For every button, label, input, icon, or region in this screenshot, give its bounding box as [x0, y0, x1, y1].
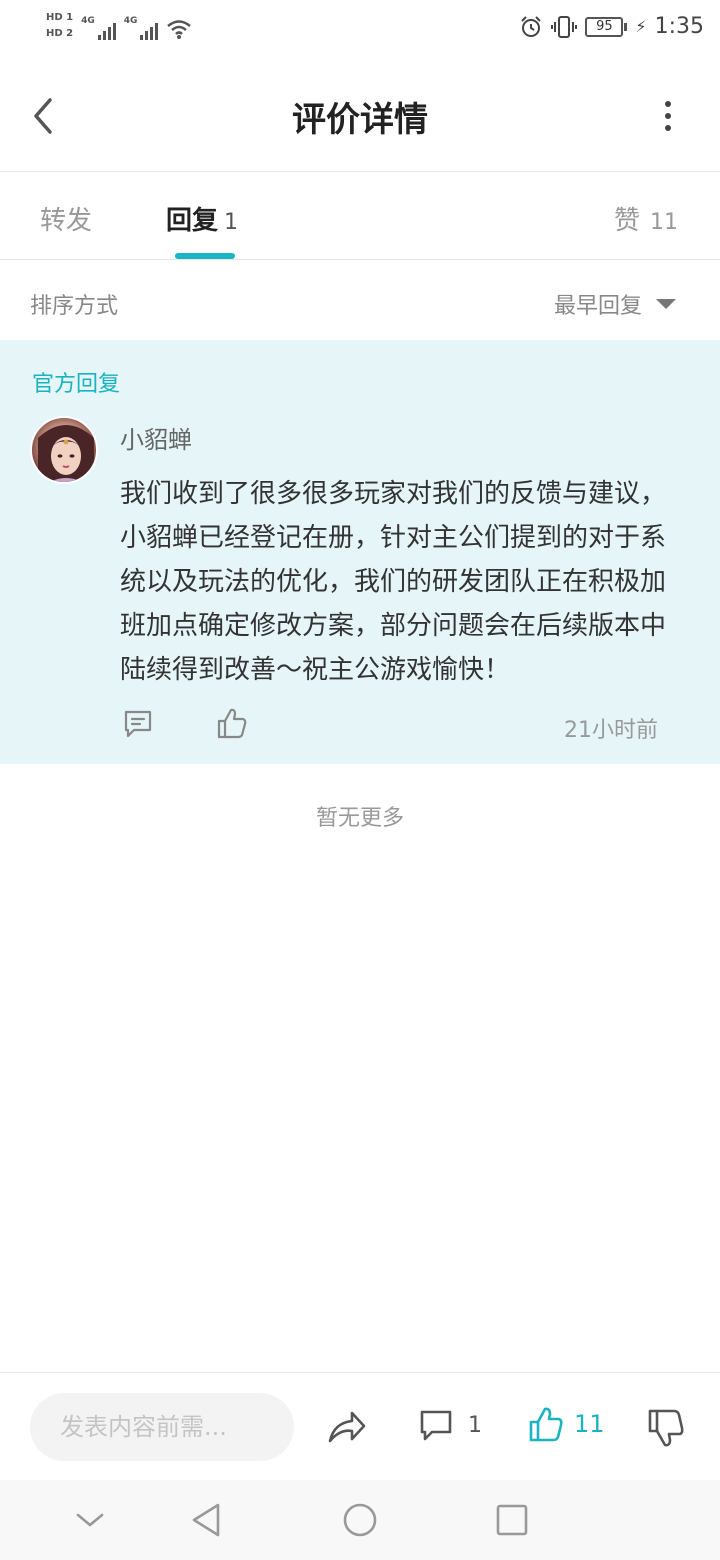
- avatar[interactable]: [30, 416, 98, 484]
- battery-icon: 95: [585, 16, 628, 37]
- tab-likes-label: 赞: [613, 206, 640, 236]
- sort-selected: 最早回复: [553, 294, 642, 319]
- tab-reply-count: 1: [224, 210, 239, 235]
- hd-indicator-2: HD 2: [46, 28, 74, 39]
- comment-icon[interactable]: [122, 708, 154, 740]
- nav-back-icon[interactable]: [186, 1500, 226, 1540]
- battery-level: 95: [585, 16, 624, 37]
- list-end-text: 暂无更多: [315, 806, 404, 831]
- dropdown-icon: [656, 299, 676, 309]
- network-type-2: 4G: [123, 16, 138, 26]
- tab-repost-label: 转发: [40, 206, 93, 236]
- system-nav-bar: [0, 1480, 720, 1560]
- dislike-icon[interactable]: [646, 1407, 686, 1449]
- tab-reply[interactable]: 回复 1: [166, 200, 238, 237]
- tab-likes[interactable]: 赞 11: [614, 200, 678, 237]
- official-reply-label: 官方回复: [32, 372, 121, 397]
- network-type-1: 4G: [81, 16, 95, 26]
- comment-count: 1: [468, 1412, 482, 1438]
- tab-reply-label: 回复: [166, 206, 219, 236]
- status-right: 95 ⚡ 1:35: [519, 14, 704, 39]
- collapse-icon[interactable]: [70, 1500, 110, 1540]
- like-count: 11: [574, 1410, 605, 1438]
- like-icon[interactable]: [216, 706, 248, 740]
- hd-indicator-1: HD 1: [46, 12, 74, 23]
- recents-icon[interactable]: [492, 1500, 532, 1540]
- vibrate-icon: [551, 15, 578, 38]
- bottom-action-bar: 发表内容前需... 1 11: [0, 1372, 720, 1480]
- status-bar: HD 1 HD 2 4G 4G 95 ⚡ 1:35: [0, 0, 720, 60]
- page-title: 评价详情: [292, 100, 428, 140]
- reply-time: 21小时前: [564, 718, 658, 743]
- signal-1-icon: 4G: [81, 16, 116, 40]
- official-reply-card: 官方回复 小貂蝉 我们收到了很多很多玩家对我们的反馈与建议，小貂蝉已经登记在册，…: [0, 340, 720, 764]
- hd-indicators: HD 1 HD 2: [46, 12, 73, 40]
- comment-icon: [420, 1410, 452, 1441]
- more-icon[interactable]: [656, 100, 680, 132]
- comment-button[interactable]: 1: [418, 1407, 482, 1443]
- comment-input[interactable]: 发表内容前需...: [30, 1393, 294, 1461]
- tab-repost[interactable]: 转发: [40, 200, 92, 237]
- like-button[interactable]: 11: [528, 1405, 605, 1443]
- active-tab-indicator: [175, 253, 235, 259]
- like-icon: [529, 1407, 563, 1442]
- alarm-icon: [521, 15, 542, 37]
- charging-icon: ⚡: [635, 17, 647, 36]
- sort-label: 排序方式: [30, 294, 119, 319]
- tab-likes-count: 11: [650, 210, 678, 235]
- avatar-image: [38, 425, 94, 482]
- signal-2-icon: 4G: [124, 16, 159, 40]
- reply-content: 我们收到了很多很多玩家对我们的反馈与建议，小貂蝉已经登记在册，针对主公们提到的对…: [120, 479, 667, 685]
- reply-author[interactable]: 小貂蝉: [120, 420, 192, 455]
- sort-dropdown[interactable]: 最早回复: [554, 288, 676, 320]
- sort-row: 排序方式 最早回复: [0, 260, 720, 340]
- home-icon[interactable]: [340, 1500, 380, 1540]
- status-left: HD 1 HD 2 4G 4G: [46, 12, 192, 40]
- wifi-icon: [167, 20, 192, 39]
- nav-bar: 评价详情: [0, 60, 720, 172]
- reply-actions: 21小时前: [120, 708, 660, 744]
- clock: 1:35: [654, 14, 704, 39]
- tab-bar: 转发 回复 1 赞 11: [0, 172, 720, 260]
- share-icon[interactable]: [326, 1407, 368, 1447]
